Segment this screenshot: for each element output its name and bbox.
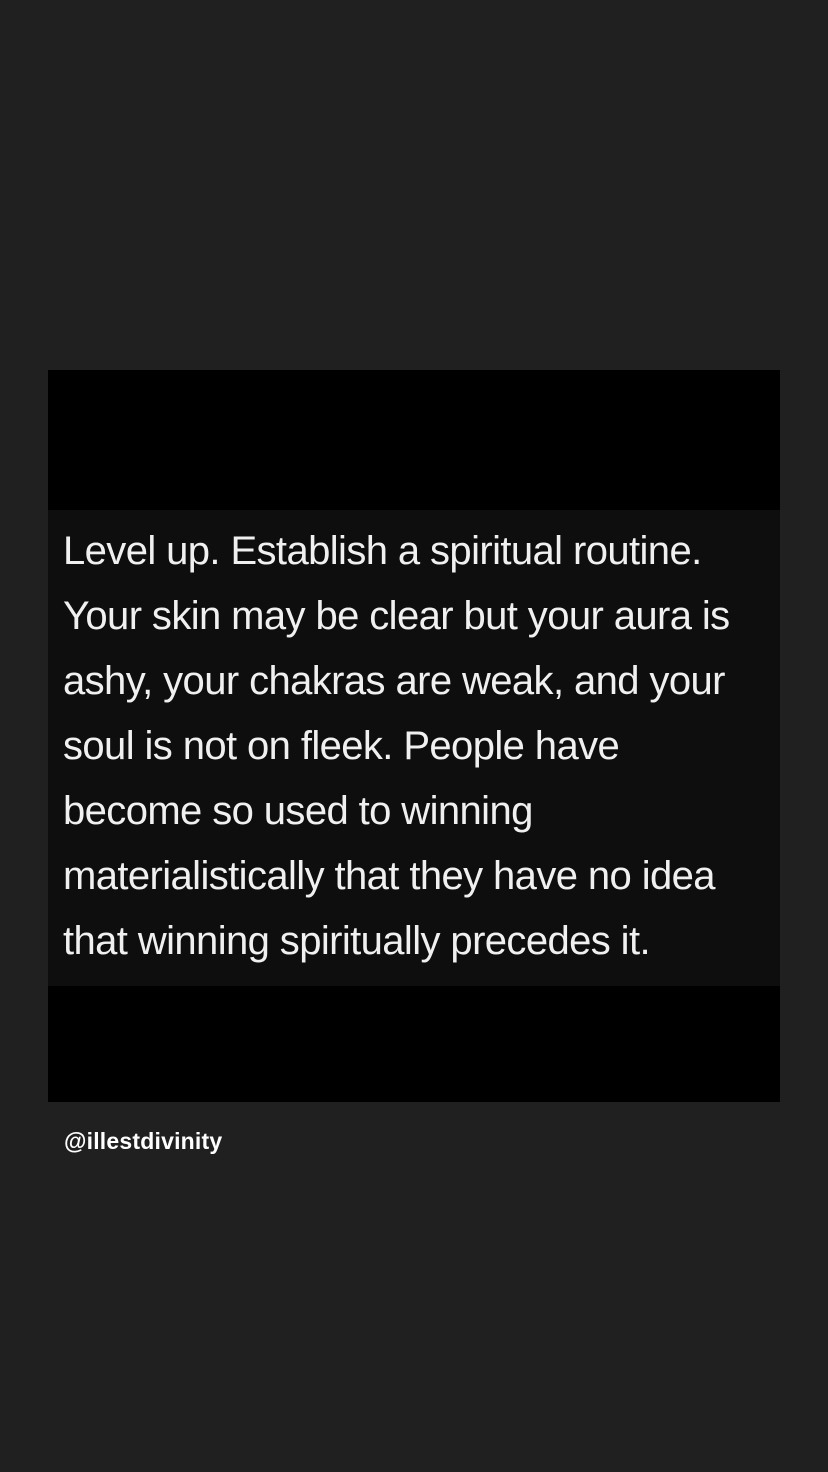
mention-username[interactable]: @illestdivinity [64, 1128, 222, 1155]
quote-line: soul is not on fleek. People have [63, 724, 620, 768]
quote-line: materialistically that they have no idea [63, 854, 716, 898]
quote-post-image[interactable]: Level up. Establish a spiritual routine.… [48, 370, 780, 1102]
quote-line: Level up. Establish a spiritual routine. [63, 529, 702, 573]
quote-line: ashy, your chakras are weak, and your [63, 659, 725, 703]
quote-line: become so used to winning [63, 789, 533, 833]
quote-line: that winning spiritually precedes it. [63, 919, 651, 963]
quote-text: Level up. Establish a spiritual routine.… [63, 519, 730, 974]
quote-line: Your skin may be clear but your aura is [63, 594, 730, 638]
